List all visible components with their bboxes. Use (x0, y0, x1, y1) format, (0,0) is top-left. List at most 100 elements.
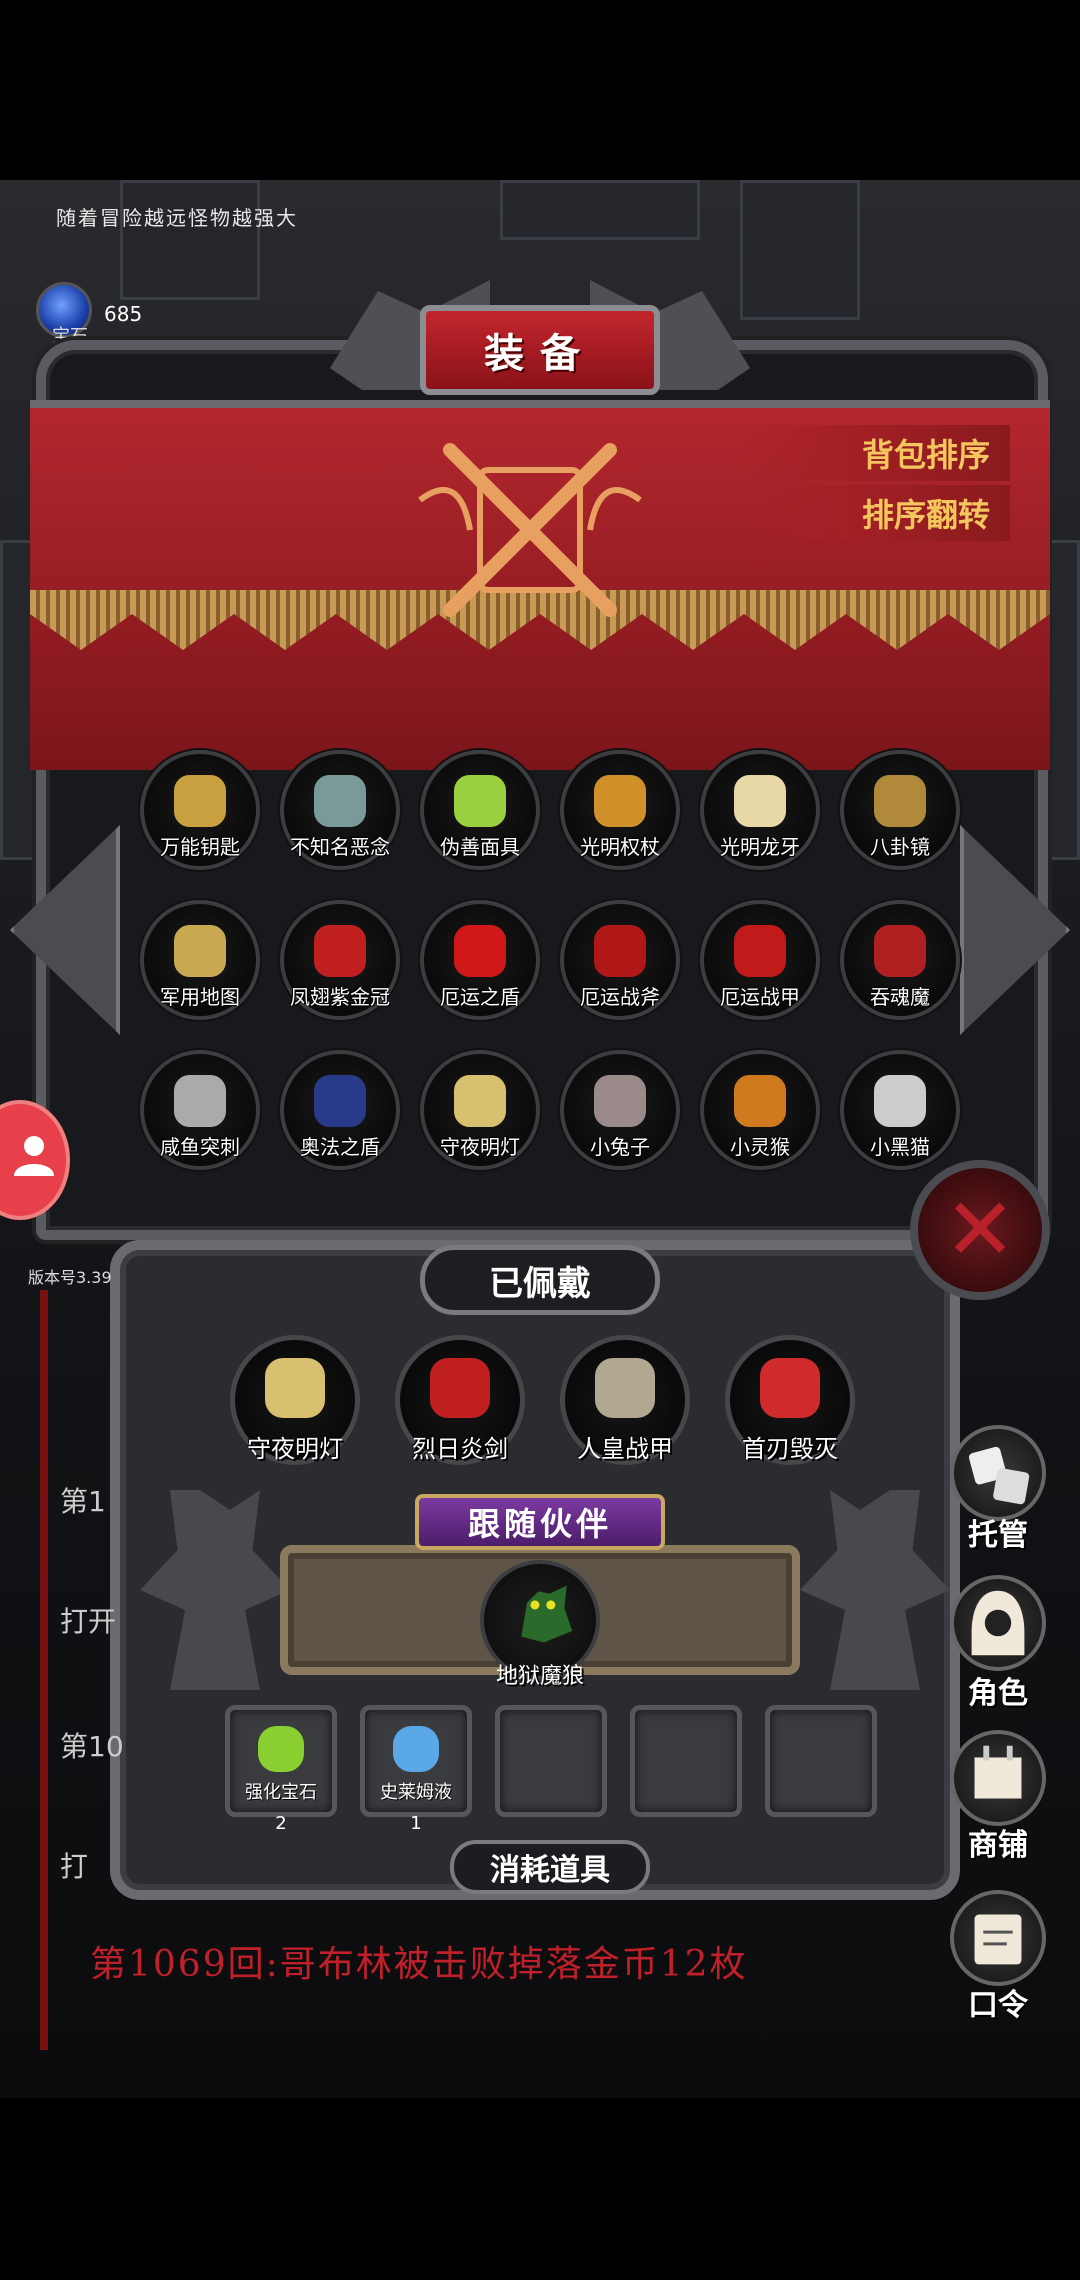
inventory-item[interactable]: 奥法之盾 (280, 1050, 400, 1170)
close-icon: ✕ (943, 1180, 1017, 1280)
role-button[interactable] (950, 1575, 1046, 1671)
log-border (40, 1290, 48, 2050)
lantern-icon (454, 1075, 506, 1128)
axe-icon (594, 925, 646, 978)
empty-consumable-slot[interactable] (630, 1705, 742, 1817)
equipped-slot-label: 首刃毁灭 (742, 1435, 838, 1463)
inventory-item-label: 小灵猴 (730, 1135, 790, 1159)
equipped-slot[interactable]: 守夜明灯 (230, 1335, 360, 1465)
inventory-item[interactable]: 军用地图 (140, 900, 260, 1020)
code-label: 口令 (968, 1988, 1028, 2023)
companion-label: 地狱魔狼 (495, 1664, 584, 1689)
inventory-item[interactable]: 伪善面具 (420, 750, 540, 870)
empty-consumable-slot[interactable] (495, 1705, 607, 1817)
consumables-title: 消耗道具 (450, 1840, 650, 1894)
cat-icon (874, 1075, 926, 1128)
knight-armor-icon (595, 1358, 655, 1418)
equipped-slot[interactable]: 人皇战甲 (560, 1335, 690, 1465)
map-icon (174, 925, 226, 978)
consumable-label: 强化宝石 (245, 1782, 317, 1803)
inventory-item-label: 不知名恶念 (290, 835, 390, 859)
crown-icon (314, 925, 366, 978)
spear-icon (174, 1075, 226, 1128)
inventory-item[interactable]: 吞魂魔 (840, 900, 960, 1020)
inventory-item-label: 小兔子 (590, 1135, 650, 1159)
armor-icon (734, 925, 786, 978)
sort-bag-button[interactable]: 背包排序 (740, 425, 1010, 481)
panel-title: 装备 (420, 305, 660, 395)
inventory-item-label: 光明权杖 (580, 835, 660, 859)
log-line: 第1 (60, 1485, 106, 1518)
equipped-slot-label: 守夜明灯 (247, 1435, 343, 1463)
inventory-item[interactable]: 八卦镜 (840, 750, 960, 870)
background-wall (120, 180, 260, 300)
inventory-item[interactable]: 小黑猫 (840, 1050, 960, 1170)
log-line: 打 (60, 1850, 89, 1883)
user-icon (14, 1136, 54, 1176)
inventory-item-label: 咸鱼突刺 (160, 1135, 240, 1159)
inventory-item-label: 吞魂魔 (870, 985, 930, 1009)
gem-count: 685 (104, 302, 143, 326)
mask-icon (454, 775, 506, 828)
inventory-item-label: 小黑猫 (870, 1135, 930, 1159)
inventory-item[interactable]: 凤翅紫金冠 (280, 900, 400, 1020)
auto-dice-button[interactable] (950, 1425, 1046, 1521)
inventory-item[interactable]: 光明龙牙 (700, 750, 820, 870)
scepter-icon (594, 775, 646, 828)
inventory-item-label: 军用地图 (160, 985, 240, 1009)
inventory-item[interactable]: 守夜明灯 (420, 1050, 540, 1170)
close-button[interactable]: ✕ (910, 1160, 1050, 1300)
consumable-count: 2 (275, 1813, 287, 1834)
crossed-swords-crest-icon (418, 443, 642, 617)
bagua-mirror-icon (874, 775, 926, 828)
inventory-item[interactable]: 万能钥匙 (140, 750, 260, 870)
shop-button[interactable] (950, 1730, 1046, 1826)
arcane-shield-icon (314, 1075, 366, 1128)
monkey-icon (734, 1075, 786, 1128)
inventory-item-label: 八卦镜 (870, 835, 930, 859)
code-button[interactable] (950, 1890, 1046, 1986)
log-line: 打开 (60, 1605, 117, 1638)
inventory-item-label: 厄运之盾 (440, 985, 520, 1009)
inventory-item[interactable]: 不知名恶念 (280, 750, 400, 870)
consumable-slot[interactable]: 史莱姆液 1 (360, 1705, 472, 1834)
consumable-slot[interactable]: 强化宝石 2 (225, 1705, 337, 1834)
inventory-item[interactable]: 光明权杖 (560, 750, 680, 870)
lantern-icon (265, 1358, 325, 1418)
dice-icon (968, 1446, 1030, 1505)
shield-icon (454, 925, 506, 978)
key-icon (174, 775, 226, 828)
hint-text: 随着冒险越远怪物越强大 (56, 206, 298, 230)
shop-sign-icon (974, 1745, 1022, 1799)
companion-slot[interactable]: 地狱魔狼 (480, 1560, 600, 1689)
inventory-item[interactable]: 咸鱼突刺 (140, 1050, 260, 1170)
inventory-item-label: 守夜明灯 (440, 1135, 520, 1159)
role-label: 角色 (968, 1676, 1028, 1711)
sword-icon (430, 1358, 490, 1418)
equipped-title-text: 已佩戴 (489, 1263, 591, 1304)
panel-title-text: 装备 (484, 331, 596, 377)
inventory-item[interactable]: 厄运战斧 (560, 900, 680, 1020)
inventory-item-label: 厄运战甲 (720, 985, 800, 1009)
background-wall (500, 180, 700, 240)
demon-icon (874, 925, 926, 978)
equipped-slot[interactable]: 烈日炎剑 (395, 1335, 525, 1465)
sort-reverse-button[interactable]: 排序翻转 (740, 485, 1010, 541)
inventory-item[interactable]: 小灵猴 (700, 1050, 820, 1170)
auto-label: 托管 (968, 1518, 1028, 1553)
inventory-item[interactable]: 厄运战甲 (700, 900, 820, 1020)
equipped-slot-label: 烈日炎剑 (412, 1435, 508, 1463)
hell-wolf-icon (521, 1585, 573, 1643)
companion-title-text: 跟随伙伴 (467, 1505, 612, 1543)
inventory-item[interactable]: 厄运之盾 (420, 900, 540, 1020)
inventory-item[interactable]: 小兔子 (560, 1050, 680, 1170)
equipped-title: 已佩戴 (420, 1245, 660, 1315)
potion-icon (393, 1725, 439, 1772)
inventory-item-label: 伪善面具 (440, 835, 520, 859)
empty-consumable-slot[interactable] (765, 1705, 877, 1817)
inventory-item-label: 厄运战斧 (580, 985, 660, 1009)
inventory-item-label: 光明龙牙 (720, 835, 800, 859)
ghost-icon (314, 775, 366, 828)
equipped-slot[interactable]: 首刃毁灭 (725, 1335, 855, 1465)
blades-icon (760, 1358, 820, 1418)
